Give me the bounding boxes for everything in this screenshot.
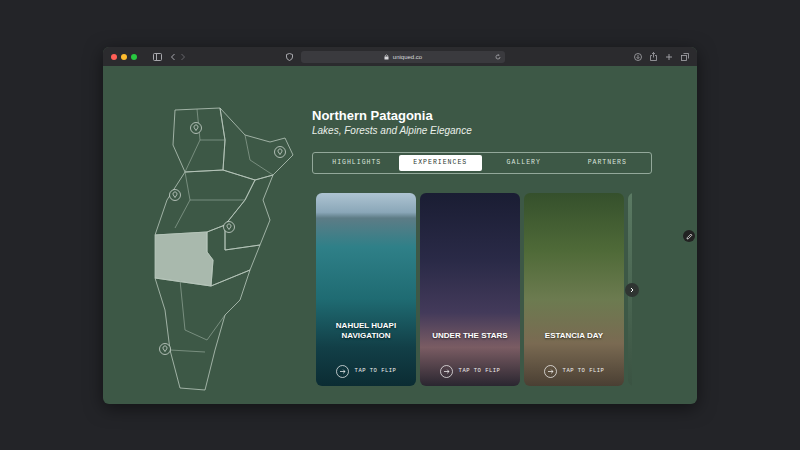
browser-window: uniqued.co Northern Patagonia Lakes, For… xyxy=(103,47,697,404)
map-region[interactable] xyxy=(155,232,213,286)
province-border xyxy=(190,200,245,201)
browser-toolbar: uniqued.co xyxy=(103,47,697,66)
tab[interactable]: GALLERY xyxy=(482,155,566,171)
window-controls xyxy=(111,54,137,60)
tabs-overview-icon[interactable] xyxy=(681,53,689,61)
page-content: Northern Patagonia Lakes, Forests and Al… xyxy=(103,66,697,404)
arrow-circle-icon xyxy=(440,365,453,378)
flip-label: TAP TO FLIP xyxy=(355,367,397,375)
map-region[interactable] xyxy=(225,175,273,250)
tab[interactable]: HIGHLIGHTS xyxy=(315,155,399,171)
chevron-right-icon xyxy=(629,287,635,293)
new-tab-icon[interactable] xyxy=(665,53,673,61)
map-region[interactable] xyxy=(220,108,293,180)
pencil-icon xyxy=(686,233,693,240)
download-icon[interactable] xyxy=(634,53,642,61)
region-title: Northern Patagonia xyxy=(312,108,652,124)
map-region[interactable] xyxy=(155,270,250,390)
experience-card[interactable]: UNDER THE STARS TAP TO FLIP xyxy=(420,193,520,386)
region-panel: Northern Patagonia Lakes, Forests and Al… xyxy=(312,66,652,404)
map-region[interactable] xyxy=(155,170,255,235)
tab[interactable]: EXPERIENCES xyxy=(399,155,483,171)
lock-icon xyxy=(384,54,389,60)
card-title: UNDER THE STARS xyxy=(432,331,507,341)
shield-icon[interactable] xyxy=(286,53,293,61)
back-icon[interactable] xyxy=(170,53,176,61)
flip-label: TAP TO FLIP xyxy=(459,367,501,375)
flip-button[interactable]: TAP TO FLIP xyxy=(336,365,397,378)
arrow-circle-icon xyxy=(336,365,349,378)
location-pin-icon[interactable] xyxy=(275,147,286,158)
arrow-circle-icon xyxy=(544,365,557,378)
map-svg xyxy=(145,100,295,392)
toolbar-actions xyxy=(634,52,689,61)
reload-icon[interactable] xyxy=(495,54,501,60)
map-column xyxy=(103,66,312,404)
card-title: ESTANCIA DAY xyxy=(545,331,603,341)
location-pin-icon[interactable] xyxy=(160,344,171,355)
forward-icon[interactable] xyxy=(180,53,186,61)
tab-bar: HIGHLIGHTSEXPERIENCESGALLERYPARTNERS xyxy=(312,152,652,174)
zoom-icon[interactable] xyxy=(131,54,137,60)
sidebar-icon[interactable] xyxy=(153,53,162,61)
close-icon[interactable] xyxy=(111,54,117,60)
province-border xyxy=(245,135,273,175)
url-text: uniqued.co xyxy=(393,51,422,63)
experience-carousel: NAHUEL HUAPI NAVIGATIONTAP TO FLIPUNDER … xyxy=(316,193,632,386)
province-border xyxy=(200,140,225,141)
province-border xyxy=(180,280,225,340)
experience-card[interactable]: NAHUEL HUAPI NAVIGATION TAP TO FLIP xyxy=(316,193,416,386)
location-pin-icon[interactable] xyxy=(191,123,202,134)
argentina-map[interactable] xyxy=(145,100,312,392)
minimize-icon[interactable] xyxy=(121,54,127,60)
next-button[interactable] xyxy=(625,283,639,297)
location-pin-icon[interactable] xyxy=(170,190,181,201)
experience-card[interactable]: ESTANCIA DAY TAP TO FLIP xyxy=(524,193,624,386)
flip-label: TAP TO FLIP xyxy=(563,367,605,375)
share-icon[interactable] xyxy=(650,52,657,61)
address-bar[interactable]: uniqued.co xyxy=(301,51,505,63)
province-border xyxy=(185,109,200,172)
carousel-track[interactable]: NAHUEL HUAPI NAVIGATIONTAP TO FLIPUNDER … xyxy=(316,193,632,386)
flip-button[interactable]: TAP TO FLIP xyxy=(544,365,605,378)
map-region[interactable] xyxy=(173,108,225,172)
flip-button[interactable]: TAP TO FLIP xyxy=(440,365,501,378)
location-pin-icon[interactable] xyxy=(224,222,235,233)
card-title: NAHUEL HUAPI NAVIGATION xyxy=(322,321,410,341)
region-subtitle: Lakes, Forests and Alpine Elegance xyxy=(312,124,652,138)
tab[interactable]: PARTNERS xyxy=(566,155,650,171)
edit-button[interactable] xyxy=(683,230,695,242)
province-border xyxy=(170,350,205,352)
